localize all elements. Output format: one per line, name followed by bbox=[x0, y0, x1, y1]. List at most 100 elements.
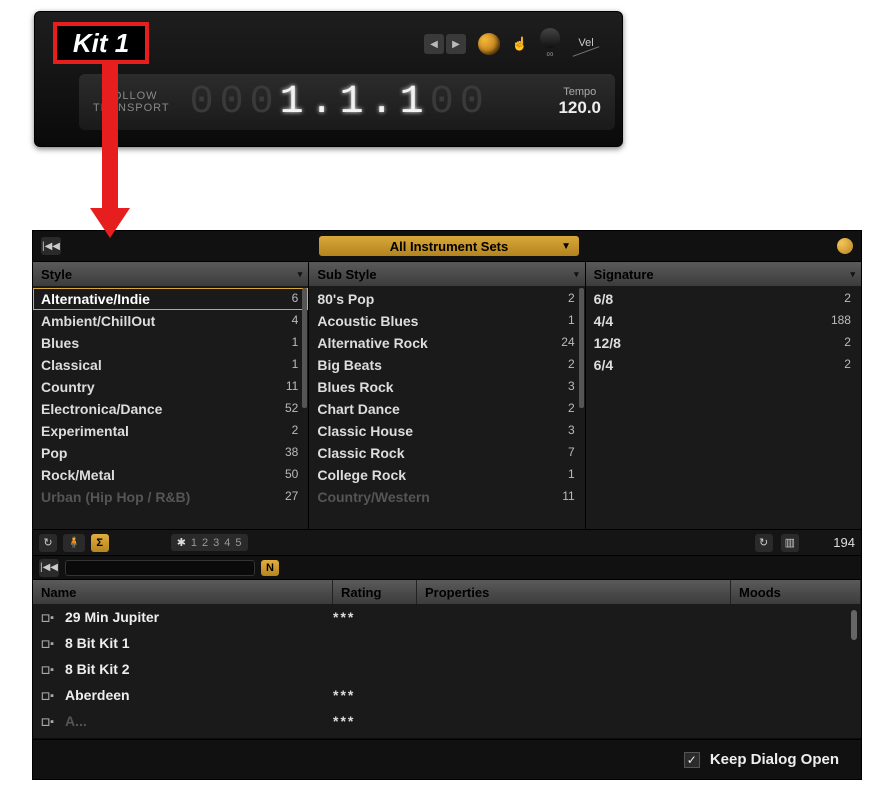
category-row[interactable]: Alternative Rock24 bbox=[309, 332, 584, 354]
result-row[interactable]: ◻▪Aberdeen*** bbox=[33, 682, 861, 708]
sigma-button[interactable]: Σ bbox=[91, 534, 109, 552]
page-2[interactable]: 2 bbox=[202, 537, 208, 549]
category-row[interactable]: Ambient/ChillOut4 bbox=[33, 310, 308, 332]
category-count: 11 bbox=[562, 489, 574, 505]
category-row[interactable]: Alternative/Indie6 bbox=[33, 288, 308, 310]
category-columns: Style ▾ Alternative/Indie6Ambient/ChillO… bbox=[33, 261, 861, 529]
category-row[interactable]: Classical1 bbox=[33, 354, 308, 376]
page-3[interactable]: 3 bbox=[213, 537, 219, 549]
category-count: 3 bbox=[568, 423, 575, 439]
category-row[interactable]: 12/8 2 bbox=[586, 332, 861, 354]
result-row[interactable]: ◻▪8 Bit Kit 1 bbox=[33, 630, 861, 656]
result-name: 29 Min Jupiter bbox=[65, 609, 159, 625]
category-row[interactable]: Electronica/Dance52 bbox=[33, 398, 308, 420]
velocity-knob[interactable] bbox=[540, 28, 560, 48]
category-count: 1 bbox=[568, 467, 575, 483]
scrollbar[interactable] bbox=[579, 288, 584, 408]
category-row[interactable]: Classic Rock7 bbox=[309, 442, 584, 464]
category-row[interactable]: 6/4 2 bbox=[586, 354, 861, 376]
instrument-sets-dropdown[interactable]: All Instrument Sets ▼ bbox=[319, 236, 579, 256]
refresh-button[interactable]: ↻ bbox=[39, 534, 57, 552]
category-row[interactable]: Pop 38 bbox=[33, 442, 308, 464]
category-count: 2 bbox=[844, 335, 851, 351]
category-row[interactable]: Experimental2 bbox=[33, 420, 308, 442]
category-row[interactable]: 4/4188 bbox=[586, 310, 861, 332]
category-row[interactable]: Big Beats2 bbox=[309, 354, 584, 376]
category-row[interactable]: Country/Western 11 bbox=[309, 486, 584, 508]
person-button[interactable]: 🧍 bbox=[63, 534, 85, 552]
signature-header[interactable]: Signature ▾ bbox=[586, 262, 861, 286]
category-row[interactable]: 6/82 bbox=[586, 288, 861, 310]
result-row[interactable]: ◻▪29 Min Jupiter*** bbox=[33, 604, 861, 630]
category-row[interactable]: Blues Rock3 bbox=[309, 376, 584, 398]
category-row[interactable]: Country11 bbox=[33, 376, 308, 398]
result-name: 8 Bit Kit 2 bbox=[65, 661, 130, 677]
star-icon: ✱ bbox=[177, 536, 186, 549]
page-5[interactable]: 5 bbox=[235, 537, 241, 549]
page-4[interactable]: 4 bbox=[224, 537, 230, 549]
search-strip: |◀◀ N bbox=[33, 555, 861, 579]
category-label: 6/4 bbox=[594, 357, 613, 373]
category-row[interactable]: Blues1 bbox=[33, 332, 308, 354]
substyle-column: Sub Style ▾ 80's Pop2Acoustic Blues1Alte… bbox=[309, 262, 585, 529]
transport-controls: ◀ ▶ ☝ ∞ Vel bbox=[424, 28, 600, 60]
result-count: 194 bbox=[807, 535, 855, 550]
substyle-header[interactable]: Sub Style ▾ bbox=[309, 262, 584, 286]
search-input[interactable] bbox=[65, 560, 255, 576]
category-label: Pop bbox=[41, 445, 67, 461]
position-display[interactable]: 000 1.1.1 00 bbox=[190, 80, 490, 125]
keep-dialog-checkbox[interactable]: ✓ bbox=[684, 752, 700, 768]
kit-name-highlight[interactable]: Kit 1 bbox=[53, 22, 149, 64]
dropdown-icon: ▼ bbox=[561, 241, 571, 252]
chevron-down-icon: ▾ bbox=[574, 269, 579, 280]
category-count: 24 bbox=[561, 335, 574, 351]
category-label: Electronica/Dance bbox=[41, 401, 162, 417]
results-scrollbar[interactable] bbox=[851, 610, 857, 640]
category-label: Country bbox=[41, 379, 95, 395]
category-row[interactable]: Classic House3 bbox=[309, 420, 584, 442]
hand-icon[interactable]: ☝ bbox=[512, 36, 528, 52]
category-label: 12/8 bbox=[594, 335, 621, 351]
result-rating: *** bbox=[333, 713, 417, 729]
vel-label: Vel bbox=[578, 37, 593, 49]
reload-button[interactable]: ↻ bbox=[755, 534, 773, 552]
category-row[interactable]: 80's Pop2 bbox=[309, 288, 584, 310]
position-dim-suffix: 00 bbox=[430, 80, 490, 125]
style-header[interactable]: Style ▾ bbox=[33, 262, 308, 286]
category-count: 1 bbox=[568, 313, 575, 329]
position-dim-prefix: 000 bbox=[190, 80, 280, 125]
prev-button[interactable]: ◀ bbox=[424, 34, 444, 54]
category-count: 38 bbox=[285, 445, 298, 461]
category-count: 188 bbox=[831, 313, 851, 329]
tempo-display[interactable]: Tempo 120.0 bbox=[558, 86, 601, 118]
kit-icon: ◻▪ bbox=[41, 689, 57, 702]
col-name[interactable]: Name bbox=[33, 580, 333, 604]
category-label: College Rock bbox=[317, 467, 406, 483]
rewind-button[interactable]: |◀◀ bbox=[41, 237, 61, 255]
result-row[interactable]: ◻▪8 Bit Kit 2 bbox=[33, 656, 861, 682]
play-knob[interactable] bbox=[478, 33, 500, 55]
amber-indicator[interactable] bbox=[837, 238, 853, 254]
category-row[interactable]: Chart Dance2 bbox=[309, 398, 584, 420]
result-row[interactable]: ◻▪A...*** bbox=[33, 708, 861, 734]
col-rating[interactable]: Rating bbox=[333, 580, 417, 604]
category-row[interactable]: Urban (Hip Hop / R&B)27 bbox=[33, 486, 308, 508]
tempo-value: 120.0 bbox=[558, 98, 601, 118]
rewind-button-2[interactable]: |◀◀ bbox=[39, 559, 59, 577]
category-count: 27 bbox=[285, 489, 298, 505]
category-count: 2 bbox=[844, 357, 851, 373]
col-properties[interactable]: Properties bbox=[417, 580, 731, 604]
col-moods[interactable]: Moods bbox=[731, 580, 861, 604]
next-button[interactable]: ▶ bbox=[446, 34, 466, 54]
category-row[interactable]: College Rock 1 bbox=[309, 464, 584, 486]
page-1[interactable]: 1 bbox=[191, 537, 197, 549]
category-count: 3 bbox=[568, 379, 575, 395]
scrollbar[interactable] bbox=[302, 288, 307, 408]
category-label: Country/Western bbox=[317, 489, 430, 505]
columns-button[interactable]: ▥ bbox=[781, 534, 799, 552]
star-pager[interactable]: ✱ 1 2 3 4 5 bbox=[171, 534, 248, 551]
category-row[interactable]: Acoustic Blues1 bbox=[309, 310, 584, 332]
n-button[interactable]: N bbox=[261, 560, 279, 576]
category-row[interactable]: Rock/Metal50 bbox=[33, 464, 308, 486]
kit-icon: ◻▪ bbox=[41, 611, 57, 624]
